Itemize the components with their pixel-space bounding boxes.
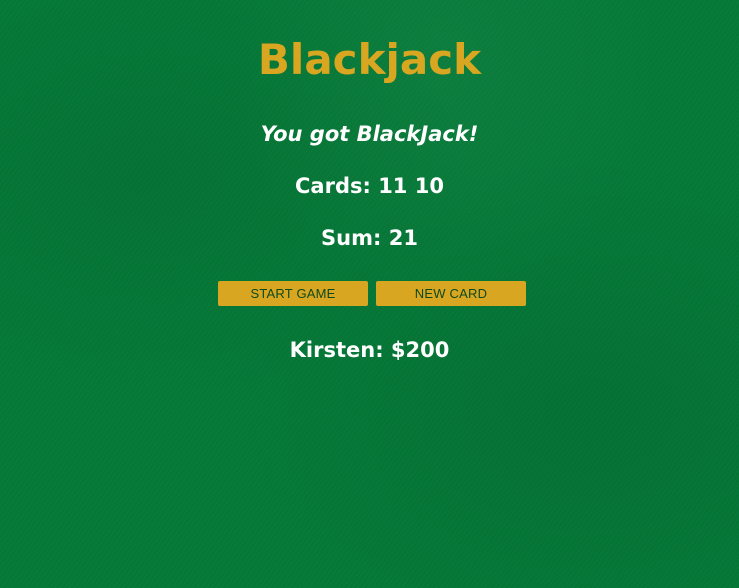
game-message: You got BlackJack! bbox=[260, 122, 479, 146]
game-title: Blackjack bbox=[257, 35, 482, 84]
cards-display: Cards: 11 10 bbox=[295, 174, 444, 198]
player-balance: Kirsten: $200 bbox=[289, 338, 450, 362]
new-card-button[interactable]: NEW CARD bbox=[376, 281, 526, 306]
game-page: Blackjack You got BlackJack! Cards: 11 1… bbox=[0, 0, 739, 588]
start-game-button[interactable]: START GAME bbox=[218, 281, 368, 306]
sum-display: Sum: 21 bbox=[321, 226, 418, 250]
